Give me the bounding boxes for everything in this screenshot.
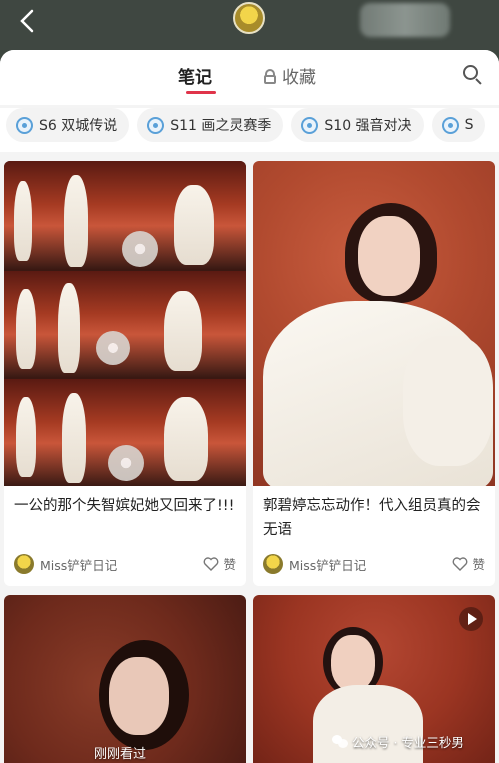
profile-sheet: 笔记 收藏 S6 双城传说 S11 画之灵赛季 S10 强音对决 S 一公的那个… — [0, 50, 499, 763]
heart-icon — [453, 556, 468, 571]
watermark-text: 公众号 · 专业三秒男 — [352, 735, 464, 750]
tab-bar: 笔记 收藏 — [0, 50, 499, 105]
tab-favorites[interactable]: 收藏 — [262, 63, 316, 88]
note-author[interactable]: Miss铲铲日记 — [14, 554, 117, 574]
heart-icon — [204, 556, 219, 571]
avatar — [263, 554, 283, 574]
like-label: 赞 — [472, 557, 485, 572]
note-title: 郭碧婷忘忘动作！代入组员真的会无语 — [263, 498, 481, 538]
tab-notes[interactable]: 笔记 — [178, 63, 212, 88]
search-icon[interactable] — [463, 65, 483, 85]
chip-label: S10 强音对决 — [324, 118, 412, 134]
note-cover-image — [4, 161, 246, 486]
chip-next[interactable]: S — [431, 108, 486, 142]
play-icon — [459, 607, 483, 631]
note-cover-image — [253, 161, 495, 486]
tab-favorites-label: 收藏 — [282, 68, 316, 88]
chip-label: S — [464, 117, 474, 133]
collection-icon — [441, 116, 459, 134]
wechat-icon — [332, 735, 348, 748]
lock-icon — [262, 68, 278, 84]
collection-icon — [301, 116, 319, 134]
like-button[interactable]: 赞 — [452, 554, 485, 573]
chip-s6[interactable]: S6 双城传说 — [6, 108, 130, 142]
like-button[interactable]: 赞 — [203, 554, 236, 573]
cover-caption: 刚刚看过 — [94, 747, 147, 762]
chip-s10[interactable]: S10 强音对决 — [291, 108, 424, 142]
avatar — [14, 554, 34, 574]
top-bar — [0, 0, 499, 50]
note-author[interactable]: Miss铲铲日记 — [263, 554, 366, 574]
active-tab-indicator — [186, 91, 216, 94]
collection-icon — [16, 116, 33, 134]
note-card[interactable]: 郭碧婷忘忘动作！代入组员真的会无语 Miss铲铲日记 赞 — [253, 161, 495, 586]
note-card[interactable]: 刚刚看过 — [4, 595, 246, 763]
author-name: Miss铲铲日记 — [289, 557, 367, 573]
chip-label: S11 画之灵赛季 — [170, 118, 272, 134]
back-button[interactable] — [14, 6, 44, 36]
collection-icon — [147, 116, 165, 134]
chip-label: S6 双城传说 — [39, 118, 118, 134]
profile-avatar[interactable] — [233, 2, 265, 34]
note-cover-image: 刚刚看过 — [4, 595, 246, 763]
chevron-left-icon — [20, 9, 34, 33]
chip-s11[interactable]: S11 画之灵赛季 — [137, 108, 284, 142]
note-card[interactable]: 一公的那个失智嫔妃她又回来了!!! Miss铲铲日记 赞 — [4, 161, 246, 586]
blurred-header-item — [360, 3, 450, 37]
watermark: 公众号 · 专业三秒男 — [332, 732, 464, 751]
note-title: 一公的那个失智嫔妃她又回来了!!! — [14, 498, 235, 514]
collection-chips: S6 双城传说 S11 画之灵赛季 S10 强音对决 S — [0, 108, 499, 152]
author-name: Miss铲铲日记 — [40, 557, 118, 573]
like-label: 赞 — [223, 557, 236, 572]
